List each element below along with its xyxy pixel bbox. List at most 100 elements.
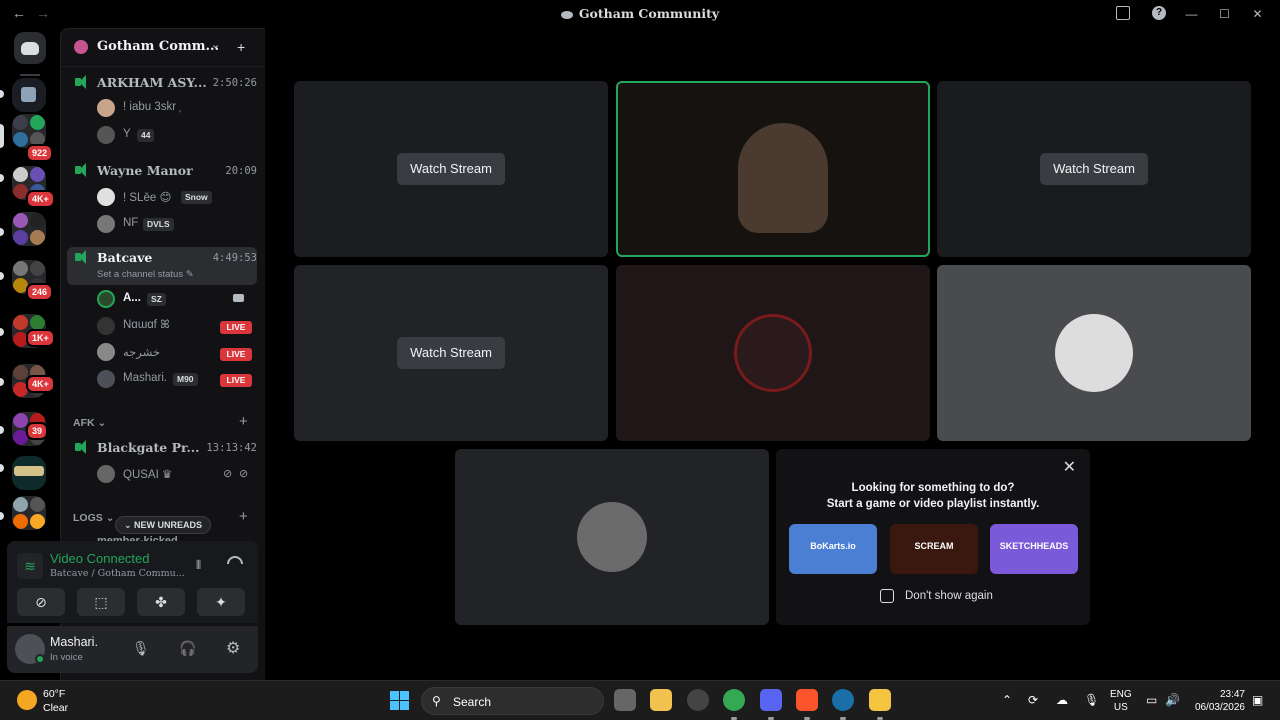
voice-user[interactable]: QUSAI ♛ ⊘ ⊘ xyxy=(97,463,257,485)
prompt-subtitle: Start a game or video playlist instantly… xyxy=(826,498,1040,510)
voice-user[interactable]: خشرجه xyxy=(97,341,257,363)
sync-icon[interactable]: ⟳ xyxy=(1028,693,1038,707)
avatar xyxy=(97,188,115,206)
chrome-icon[interactable] xyxy=(723,689,745,720)
activities-button[interactable]: ✤ xyxy=(137,588,185,616)
minimize-button[interactable]: — xyxy=(1175,7,1208,21)
disconnect-icon[interactable] xyxy=(227,556,243,564)
start-button[interactable] xyxy=(390,691,409,710)
voice-user[interactable]: Mashari. M90 xyxy=(97,368,257,390)
server-header[interactable]: Gotham Comm... ⌄ + xyxy=(61,29,265,67)
voice-user[interactable]: ! iabu 3skr ۭ xyxy=(97,97,257,119)
weather-temperature[interactable]: 60°F xyxy=(43,688,65,700)
discord-taskbar-icon[interactable] xyxy=(760,689,782,720)
headset-icon[interactable]: 🎧 xyxy=(179,640,196,657)
dont-show-again-checkbox[interactable] xyxy=(880,589,894,603)
new-unreads-button[interactable]: ⌄ NEW UNREADS xyxy=(115,516,212,534)
voice-channel-arkham[interactable]: ARKHAM ASY... 2:50:26 xyxy=(67,72,257,94)
add-channel-icon[interactable]: + xyxy=(239,413,248,430)
game-card-bokarts[interactable]: BoKarts.io xyxy=(789,524,877,574)
stream-tile-3[interactable]: Watch Stream xyxy=(294,265,608,441)
voice-connected-title: Video Connected xyxy=(50,551,150,566)
system-clock[interactable]: 23:47 06/03/2026 xyxy=(1190,688,1245,714)
close-icon[interactable]: ✕ xyxy=(1063,457,1076,477)
channel-status[interactable]: Set a channel status ✎ xyxy=(97,269,194,280)
inbox-icon[interactable] xyxy=(1116,6,1130,20)
server-icon-1[interactable] xyxy=(12,78,46,112)
search-label: Search xyxy=(453,695,492,709)
taskbar-search[interactable]: ⚲ Search xyxy=(421,687,604,715)
help-icon[interactable]: ? xyxy=(1152,6,1166,20)
game-title: BoKarts.io xyxy=(810,541,856,551)
show-hidden-icons[interactable]: ⌃ xyxy=(1002,693,1012,707)
server-name[interactable]: Gotham Comm... xyxy=(97,39,219,54)
category-logs[interactable]: LOGS ⌄ xyxy=(73,512,114,524)
dont-show-again-label[interactable]: Don't show again xyxy=(905,590,993,602)
steam-icon[interactable] xyxy=(832,689,854,720)
server-folder-9[interactable] xyxy=(12,496,46,530)
voice-channel-blackgate[interactable]: Blackgate Pr... 13:13:42 xyxy=(67,437,257,459)
invite-people-icon[interactable]: + xyxy=(237,39,245,55)
language-indicator[interactable]: ENG US xyxy=(1110,688,1132,714)
server-folder-3[interactable] xyxy=(12,212,46,246)
user-status: In voice xyxy=(50,652,83,663)
unread-pill xyxy=(0,426,4,434)
brave-icon[interactable] xyxy=(796,689,818,720)
speaker-icon xyxy=(75,440,87,454)
microphone-tray-icon[interactable]: 🎙 xyxy=(1084,693,1099,707)
noise-suppression-icon[interactable]: ⫴ xyxy=(196,558,201,573)
camera-off-button[interactable]: ⊘ xyxy=(17,588,65,616)
stream-tile-2[interactable]: Watch Stream xyxy=(937,81,1251,257)
watch-stream-button[interactable]: Watch Stream xyxy=(397,337,505,369)
voice-user[interactable]: A... SZ xyxy=(97,288,257,310)
server-folder-1[interactable] xyxy=(12,114,46,148)
app-icon[interactable] xyxy=(869,689,891,720)
file-explorer-icon[interactable] xyxy=(650,689,672,711)
add-channel-icon[interactable]: + xyxy=(239,508,248,525)
microphone-icon[interactable]: 🎙 xyxy=(132,640,150,657)
avatar-tile-2[interactable] xyxy=(937,265,1251,441)
voice-user[interactable]: ! SLēe 😊 Snow xyxy=(97,186,257,208)
screen-share-button[interactable]: ⬚ xyxy=(77,588,125,616)
voice-channel-path[interactable]: Batcave / Gotham Commu... xyxy=(50,568,185,579)
voice-user[interactable]: Y 44 xyxy=(97,124,257,146)
game-card-sketchheads[interactable]: SKETCHHEADS xyxy=(990,524,1078,574)
signal-icon[interactable]: ≋ xyxy=(17,553,43,579)
server-icon-8[interactable] xyxy=(12,456,46,490)
voice-user[interactable]: Nɑɯɑf ꕤ xyxy=(97,315,257,337)
voice-user-name: ! iabu 3skr ۭ xyxy=(123,101,180,113)
close-window-button[interactable]: ✕ xyxy=(1241,7,1274,21)
watch-stream-button[interactable]: Watch Stream xyxy=(397,153,505,185)
channel-name: Wayne Manor xyxy=(97,163,193,178)
discord-home-button[interactable] xyxy=(14,32,46,64)
stream-tile-1[interactable]: Watch Stream xyxy=(294,81,608,257)
task-view-icon[interactable] xyxy=(614,689,636,711)
avatar-tile-3[interactable] xyxy=(455,449,769,625)
maximize-button[interactable]: ☐ xyxy=(1208,7,1241,21)
window-title: Gotham Community xyxy=(0,6,1280,21)
app-icon[interactable] xyxy=(687,689,709,711)
volume-icon[interactable]: 🔊 xyxy=(1165,693,1180,707)
weather-condition[interactable]: Clear xyxy=(43,702,68,714)
voice-channel-wayne-manor[interactable]: Wayne Manor 20:09 xyxy=(67,160,257,182)
camera-tile-speaking[interactable] xyxy=(616,81,930,257)
game-card-scream[interactable]: SCREAM xyxy=(890,524,978,574)
category-afk[interactable]: AFK ⌄ xyxy=(73,417,106,429)
cloud-off-icon[interactable]: ☁ xyxy=(1056,693,1068,707)
channel-name: Batcave xyxy=(97,250,153,265)
soundboard-button[interactable]: ✦ xyxy=(197,588,245,616)
chevron-down-icon[interactable]: ⌄ xyxy=(211,38,220,51)
avatar-tile-1[interactable] xyxy=(616,265,930,441)
settings-gear-icon[interactable]: ⚙ xyxy=(226,638,240,658)
window-title-text: Gotham Community xyxy=(578,6,720,21)
notifications-icon[interactable]: ▣ xyxy=(1252,693,1263,707)
prompt-title: Looking for something to do? xyxy=(851,482,1015,494)
voice-channel-batcave[interactable]: Batcave 4:49:53 Set a channel status ✎ xyxy=(67,247,257,285)
avatar xyxy=(97,99,115,117)
channel-timer: 20:09 xyxy=(225,165,257,177)
weather-icon[interactable] xyxy=(17,690,37,710)
network-icon[interactable]: ▭ xyxy=(1146,693,1157,707)
watch-stream-button[interactable]: Watch Stream xyxy=(1040,153,1148,185)
user-name[interactable]: Mashari. xyxy=(50,635,98,649)
voice-user[interactable]: NF DVLS xyxy=(97,213,257,235)
